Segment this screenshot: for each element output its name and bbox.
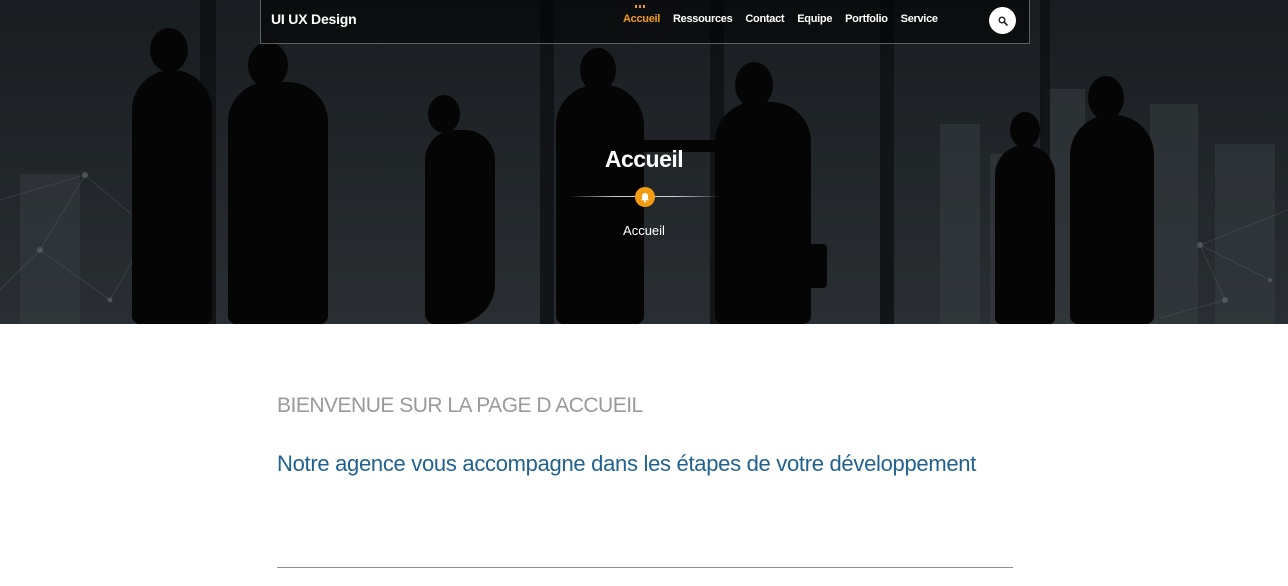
nav-item-portfolio[interactable]: Portfolio <box>845 13 888 25</box>
nav-item-label: Contact <box>745 13 785 25</box>
bell-icon <box>641 192 649 203</box>
top-navbar: UI UX Design Accueil Ressources Contact … <box>260 0 1030 44</box>
search-button[interactable] <box>989 7 1016 34</box>
search-icon <box>998 16 1008 26</box>
nav-item-label: Service <box>900 13 938 25</box>
page-title: Accueil <box>604 146 684 172</box>
active-indicator-dots <box>635 5 645 8</box>
bell-badge <box>635 187 655 207</box>
breadcrumb: Accueil <box>623 223 665 238</box>
nav-item-label: Equipe <box>797 13 833 25</box>
nav-item-accueil[interactable]: Accueil <box>623 5 661 25</box>
nav-item-label: Accueil <box>623 13 661 25</box>
nav-item-contact[interactable]: Contact <box>745 13 784 25</box>
brand-logo[interactable]: UI UX Design <box>271 11 357 27</box>
nav-item-service[interactable]: Service <box>901 13 938 25</box>
nav-item-label: Ressources <box>673 13 733 25</box>
nav-item-label: Portfolio <box>845 13 888 25</box>
main-nav: Accueil Ressources Contact Equipe Portfo… <box>623 5 951 25</box>
section-subheading: Notre agence vous accompagne dans les ét… <box>277 451 977 476</box>
nav-item-equipe[interactable]: Equipe <box>797 13 832 25</box>
section-heading: BIENVENUE SUR LA PAGE D ACCUEIL <box>277 394 643 417</box>
nav-item-ressources[interactable]: Ressources <box>673 13 733 25</box>
content-divider <box>277 567 1013 568</box>
